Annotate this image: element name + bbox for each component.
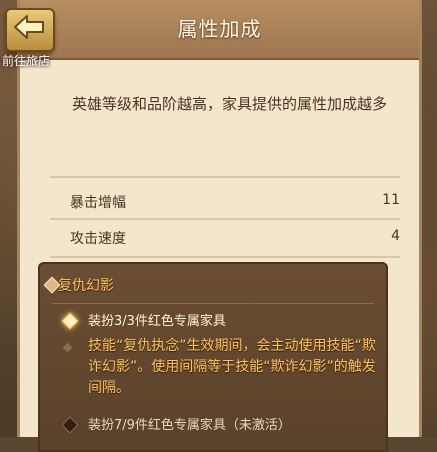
active-diamond-icon (61, 312, 79, 330)
stat-value: 4 (391, 228, 400, 244)
back-button-label: 前往旅店 (2, 54, 51, 68)
page-title: 属性加成 (177, 17, 262, 41)
divider (50, 176, 400, 178)
stat-name: 暴击增幅 (70, 195, 126, 211)
divider (50, 256, 400, 258)
tier-effect-text: 技能“复仇执念”生效期间，会主动使用技能“欺诈幻影”。使用间隔等于技能“欺诈幻影… (88, 338, 376, 396)
divider (52, 303, 374, 304)
stat-name: 攻击速度 (70, 231, 126, 247)
description-text: 英雄等级和品阶越高，家具提供的属性加成越多 (72, 95, 388, 113)
set-bonus-name: 复仇幻影 (58, 278, 114, 294)
inactive-diamond-icon (61, 416, 79, 434)
stat-row-attack-speed: 攻击速度 4 (50, 220, 410, 254)
stat-row-crit: 暴击增幅 11 (50, 184, 410, 218)
tier-requirement: 装扮3/3件红色专属家具 (88, 314, 226, 329)
left-arrow-icon (14, 15, 44, 39)
bullet-diamond-icon (62, 342, 73, 353)
title-bar: 属性加成 (20, 0, 419, 60)
back-to-inn-button[interactable]: 前往旅店 (0, 0, 74, 74)
stat-value: 11 (382, 192, 400, 208)
tier-requirement-inactive: 装扮7/9件红色专属家具（未激活） (88, 418, 291, 433)
set-bonus-section: 复仇幻影 装扮3/3件红色专属家具 技能“复仇执念”生效期间，会主动使用技能“欺… (38, 262, 388, 452)
